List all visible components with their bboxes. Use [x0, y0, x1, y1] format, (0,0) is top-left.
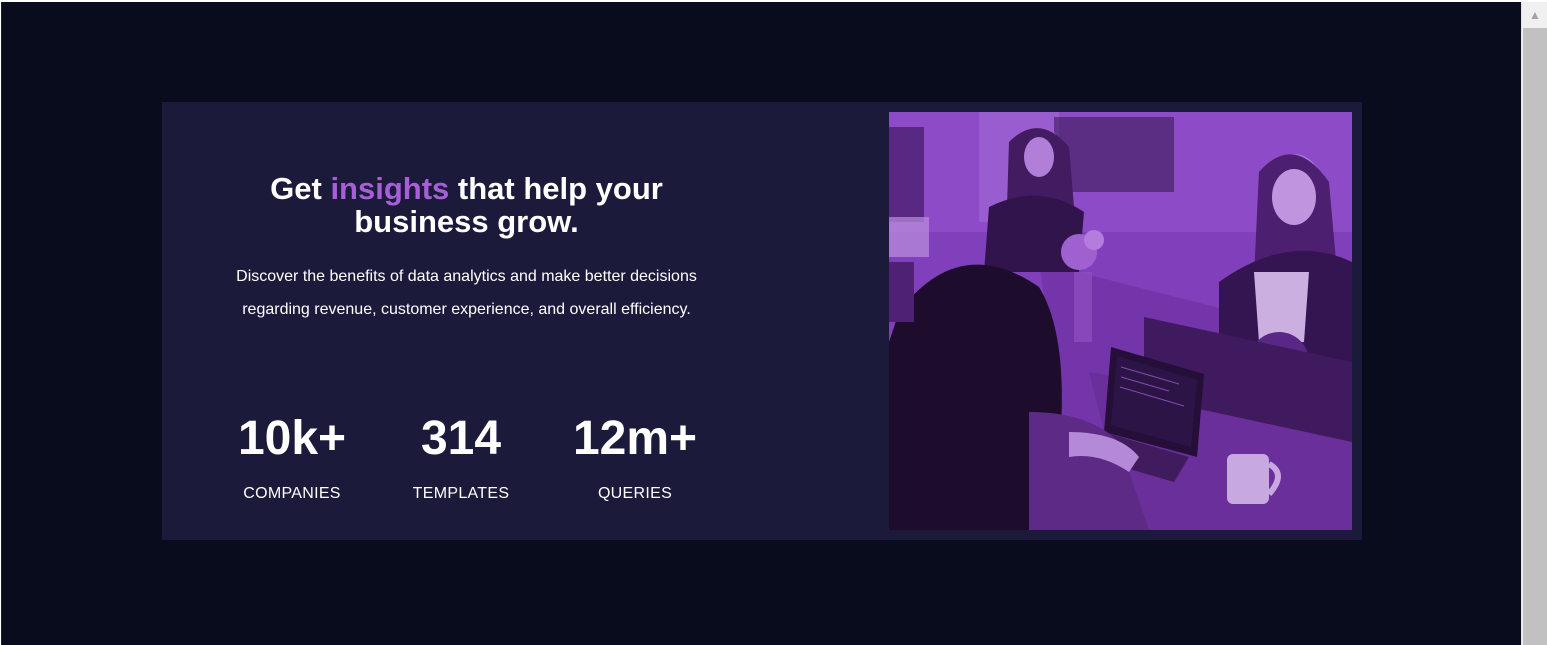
stat-companies: 10k+ COMPANIES [236, 412, 348, 504]
headline-accent: insights [330, 171, 450, 206]
stat-value: 314 [420, 412, 502, 465]
stat-queries: 12m+ QUERIES [569, 412, 701, 504]
page-viewport: Get insights that help your business gro… [1, 2, 1522, 645]
office-photo-illustration [889, 112, 1352, 530]
stat-label: TEMPLATES [412, 485, 510, 502]
stat-templates: 314 TEMPLATES [406, 412, 516, 504]
stat-label: QUERIES [597, 485, 673, 502]
scroll-thumb[interactable] [1523, 28, 1547, 645]
triangle-up-icon: ▲ [1529, 8, 1541, 22]
stats-card: Get insights that help your business gro… [162, 102, 1362, 540]
scroll-up-button[interactable]: ▲ [1522, 2, 1547, 28]
stat-label: COMPANIES [243, 485, 341, 502]
headline: Get insights that help your business gro… [214, 172, 719, 238]
hero-image [889, 112, 1352, 530]
stat-value: 10k+ [237, 412, 347, 465]
vertical-scrollbar[interactable]: ▲ [1521, 2, 1547, 645]
stat-value: 12m+ [572, 412, 698, 465]
card-text-column: Get insights that help your business gro… [214, 102, 719, 540]
headline-before: Get [270, 171, 331, 206]
description: Discover the benefits of data analytics … [236, 268, 697, 318]
